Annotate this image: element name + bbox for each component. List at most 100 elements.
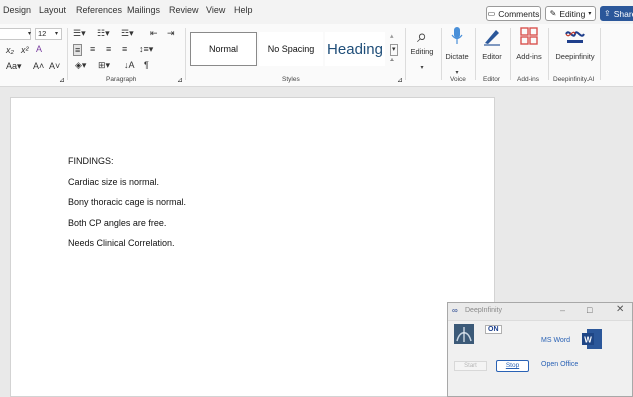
start-button-label: Start (464, 363, 477, 369)
svg-text:W: W (584, 336, 592, 345)
tab-references[interactable]: References (76, 5, 122, 15)
ms-word-label: MS Word (541, 337, 571, 344)
addins-group-label: Add-ins (517, 76, 540, 83)
comment-icon: ▭ (487, 9, 496, 18)
stop-button-label: Stop (505, 362, 520, 369)
shrink-font-icon[interactable]: A˅ (49, 61, 60, 71)
font-dialog-launcher-icon[interactable]: ⊿ (59, 76, 65, 86)
document-line[interactable]: Both CP angles are free. (68, 218, 166, 228)
sort-icon[interactable]: ↓A (124, 60, 135, 70)
shading-icon[interactable]: ◈▾ (75, 60, 86, 70)
deepinfinity-logo-icon (565, 31, 585, 43)
ribbon-tab-bar: Design Layout References Mailings Review… (0, 0, 633, 24)
panel-title: DeepInfinity (465, 307, 502, 314)
bullets-icon[interactable]: ☰▾ (73, 28, 86, 38)
search-icon: ⌕ (416, 26, 428, 46)
styles-more-icon[interactable]: ⩡ (390, 56, 394, 66)
font-size-value: 12 (38, 29, 47, 38)
comments-button[interactable]: ▭ Comments (486, 6, 541, 21)
tab-mailings[interactable]: Mailings (127, 5, 160, 15)
numbering-icon[interactable]: ☷▾ (97, 28, 110, 38)
subscript-icon[interactable]: x₂ (6, 45, 14, 55)
align-center-icon[interactable]: ≡ (90, 44, 95, 54)
editor-group-label: Editor (483, 76, 500, 83)
voice-group-label: Voice (450, 76, 466, 83)
panel-titlebar[interactable]: ∞ DeepInfinity – □ ✕ (448, 303, 632, 321)
paragraph-group-label: Paragraph (106, 76, 137, 83)
justify-icon[interactable]: ≡ (122, 44, 127, 54)
group-separator (185, 28, 186, 80)
minimize-icon[interactable]: – (560, 305, 565, 315)
editor-label: Editor (482, 52, 502, 61)
show-formatting-icon[interactable]: ¶ (144, 60, 149, 70)
multilevel-list-icon[interactable]: ☲▾ (121, 28, 134, 38)
style-no-spacing-label: No Spacing (267, 44, 315, 54)
increase-indent-icon[interactable]: ⇥ (167, 28, 175, 38)
editing-mode-button[interactable]: ✎ Editing ▾ (545, 6, 596, 21)
tab-view[interactable]: View (206, 5, 225, 15)
styles-group-label: Styles (282, 76, 300, 83)
close-icon[interactable]: ✕ (616, 304, 624, 315)
share-button[interactable]: ⇪ Share (600, 6, 633, 21)
ribbon: ▾ 12 ▾ x₂ x² A Aa▾ A˄ A˅ ⊿ ☰▾ ☷▾ ☲▾ ⇤ ⇥ … (0, 24, 633, 87)
grow-font-icon[interactable]: A˄ (33, 61, 44, 71)
group-separator (67, 28, 68, 80)
addins-label: Add-ins (516, 52, 542, 61)
document-line[interactable]: Cardiac size is normal. (68, 177, 159, 187)
document-line[interactable]: Bony thoracic cage is normal. (68, 197, 186, 207)
editing-mode-label: Editing (559, 8, 586, 19)
addins-grid-icon (520, 27, 538, 45)
deepinfinity-button[interactable]: Deepinfinity (555, 26, 595, 61)
editing-label: Editing (410, 47, 434, 56)
styles-scroll-down-icon[interactable]: ▾ (390, 44, 398, 56)
share-label: Share (613, 8, 633, 19)
word-app-icon: W (582, 329, 602, 349)
stop-button[interactable]: Stop (496, 360, 529, 372)
maximize-icon[interactable]: □ (587, 305, 592, 315)
superscript-icon[interactable]: x² (21, 45, 29, 55)
group-separator (600, 28, 601, 80)
line-spacing-icon[interactable]: ↕≡▾ (139, 44, 153, 54)
deepinfinity-label: Deepinfinity (555, 52, 595, 61)
style-no-spacing[interactable]: No Spacing (259, 32, 323, 66)
comments-label: Comments (498, 8, 540, 19)
chevron-down-icon[interactable]: ▾ (28, 29, 31, 39)
align-right-icon[interactable]: ≡ (106, 44, 111, 54)
start-button[interactable]: Start (454, 361, 487, 371)
font-name-box[interactable] (0, 28, 31, 40)
editor-pen-icon (484, 30, 500, 46)
open-office-link[interactable]: Open Office (541, 361, 578, 368)
chevron-down-icon: ▾ (420, 65, 424, 71)
document-line[interactable]: Needs Clinical Correlation. (68, 238, 175, 248)
paragraph-dialog-launcher-icon[interactable]: ⊿ (177, 76, 183, 86)
chevron-down-icon[interactable]: ▾ (55, 29, 58, 39)
style-normal[interactable]: Normal (190, 32, 257, 66)
dictate-button[interactable]: Dictate ▾ (439, 26, 475, 79)
microphone-icon (451, 27, 463, 44)
addins-button[interactable]: Add-ins (511, 26, 547, 61)
styles-scroll-up-icon[interactable]: ▴ (390, 32, 394, 42)
decrease-indent-icon[interactable]: ⇤ (150, 28, 158, 38)
group-separator (548, 28, 549, 80)
tab-design[interactable]: Design (3, 5, 31, 15)
deepinfinity-panel: ∞ DeepInfinity – □ ✕ ON MS Word W Start … (447, 302, 633, 397)
tab-review[interactable]: Review (169, 5, 199, 15)
align-left-icon[interactable]: ≡ (73, 44, 83, 56)
xray-thumbnail-icon (454, 324, 474, 344)
text-effects-icon[interactable]: A (36, 44, 42, 54)
styles-dialog-launcher-icon[interactable]: ⊿ (397, 76, 403, 86)
document-line[interactable]: FINDINGS: (68, 156, 114, 166)
editing-button[interactable]: ⌕ Editing ▾ (404, 26, 440, 74)
tab-layout[interactable]: Layout (39, 5, 66, 15)
tab-help[interactable]: Help (234, 5, 253, 15)
borders-icon[interactable]: ⊞▾ (98, 60, 110, 70)
status-badge: ON (485, 325, 502, 334)
style-heading[interactable]: Heading (325, 32, 385, 66)
change-case-icon[interactable]: Aa▾ (6, 61, 22, 71)
dictate-label: Dictate (445, 52, 469, 61)
style-normal-label: Normal (208, 44, 238, 54)
deepinfinity-logo-icon: ∞ (452, 306, 458, 315)
share-icon: ⇪ (604, 9, 611, 18)
chevron-down-icon: ▾ (588, 11, 592, 17)
editor-button[interactable]: Editor (474, 26, 510, 61)
